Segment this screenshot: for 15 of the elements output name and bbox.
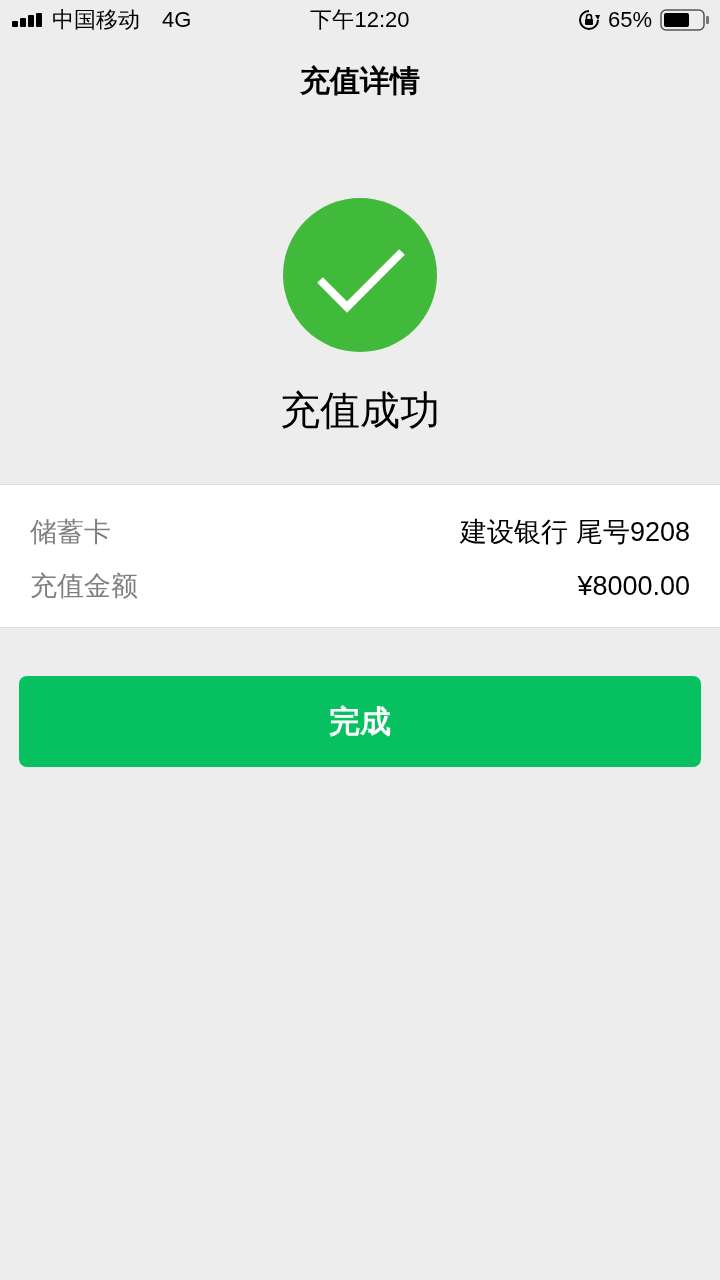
rotation-lock-icon <box>577 9 600 31</box>
status-time: 下午12:20 <box>310 6 410 34</box>
detail-value: ¥8000.00 <box>577 570 690 602</box>
carrier-name: 中国移动 <box>52 6 140 34</box>
detail-label: 储蓄卡 <box>30 516 111 549</box>
detail-label: 充值金额 <box>30 570 138 603</box>
battery-icon <box>660 9 710 31</box>
battery-percent: 65% <box>607 7 652 33</box>
success-check-icon <box>283 198 437 352</box>
detail-value: 建设银行 尾号9208 <box>460 516 690 549</box>
page-title: 充值详情 <box>299 63 421 99</box>
network-type: 4G <box>162 7 192 33</box>
success-message: 充值成功 <box>280 387 440 434</box>
done-button[interactable]: 完成 <box>19 676 701 767</box>
signal-icon <box>12 13 44 27</box>
